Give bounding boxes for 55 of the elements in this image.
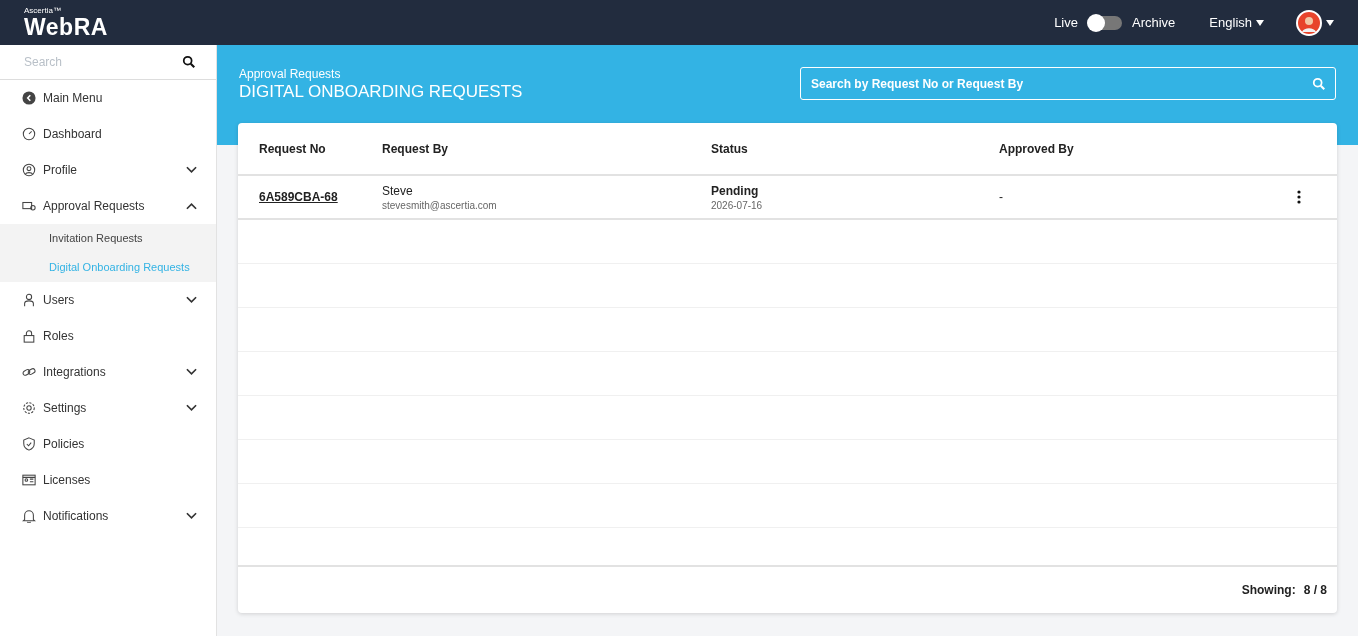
submenu-item[interactable]: Invitation Requests (0, 224, 216, 253)
approved-by-cell-text: - (999, 190, 1004, 204)
showing-label: Showing: (1241, 583, 1296, 597)
caret-icon[interactable] (1326, 19, 1334, 26)
sidebar-item[interactable]: Dashboard (0, 116, 216, 152)
sidebar-item[interactable]: Policies (0, 426, 216, 462)
page-title: DIGITAL ONBOARDING REQUESTS (239, 82, 524, 102)
certificate-icon (22, 199, 36, 213)
chevron-down-icon[interactable] (186, 404, 197, 412)
chevron-down-icon[interactable] (186, 296, 197, 304)
breadcrumb: Approval Requests (239, 67, 342, 81)
id-card-icon (22, 473, 36, 487)
user-circle-icon (22, 163, 36, 177)
requester-name: Steve (382, 183, 414, 198)
live-label: Live (1054, 15, 1078, 30)
sidebar-item[interactable]: Profile (0, 152, 216, 188)
sidebar-item[interactable]: Notifications (0, 498, 216, 534)
gauge-icon (22, 127, 36, 141)
brand-tagline: Ascertia™ (24, 6, 62, 15)
sidebar-item[interactable]: Settings (0, 390, 216, 426)
sidebar-item[interactable]: Main Menu (0, 80, 216, 116)
chevron-down-icon[interactable] (186, 166, 197, 174)
archive-label: Archive (1132, 15, 1176, 30)
sidebar-item[interactable]: Approval Requests (0, 188, 216, 224)
chevron-down-icon[interactable] (186, 512, 197, 520)
sidebar-item[interactable]: Licenses (0, 462, 216, 498)
chevron-down-icon[interactable] (186, 368, 197, 376)
app-logo: WebRA (24, 15, 108, 39)
more-options-icon[interactable] (1297, 190, 1301, 204)
sidebar-item[interactable]: Roles (0, 318, 216, 354)
sidebar-item[interactable]: Integrations (0, 354, 216, 390)
gear-icon (22, 401, 36, 415)
chevron-up-icon[interactable] (186, 202, 197, 210)
search-icon[interactable] (182, 55, 196, 69)
request-link[interactable]: 6A589CBA-68 (259, 190, 338, 204)
lock-icon (22, 329, 36, 343)
search-field[interactable]: Search (22, 54, 182, 70)
bell-icon (22, 509, 36, 523)
back-icon (22, 91, 36, 105)
sidebar-item[interactable]: Users (0, 282, 216, 318)
column-header: Status (711, 141, 749, 156)
caret-icon[interactable] (1256, 19, 1264, 26)
column-header: Request By (382, 141, 450, 156)
column-header: Request No (259, 141, 327, 156)
shield-icon (22, 437, 36, 451)
status-date: 2026-07-16 (711, 199, 764, 211)
request-search-field[interactable]: Search by Request No or Request By (800, 67, 1336, 100)
avatar-icon[interactable] (1296, 9, 1322, 36)
requester-email: stevesmith@ascertia.com (382, 199, 498, 211)
archive-toggle[interactable] (1088, 15, 1122, 30)
status-text: Pending (711, 183, 760, 198)
language-dropdown[interactable]: English (1203, 14, 1270, 31)
link-icon (22, 365, 36, 379)
record-count: 8 / 8 (1303, 583, 1327, 597)
column-header: Approved By (999, 141, 1075, 156)
